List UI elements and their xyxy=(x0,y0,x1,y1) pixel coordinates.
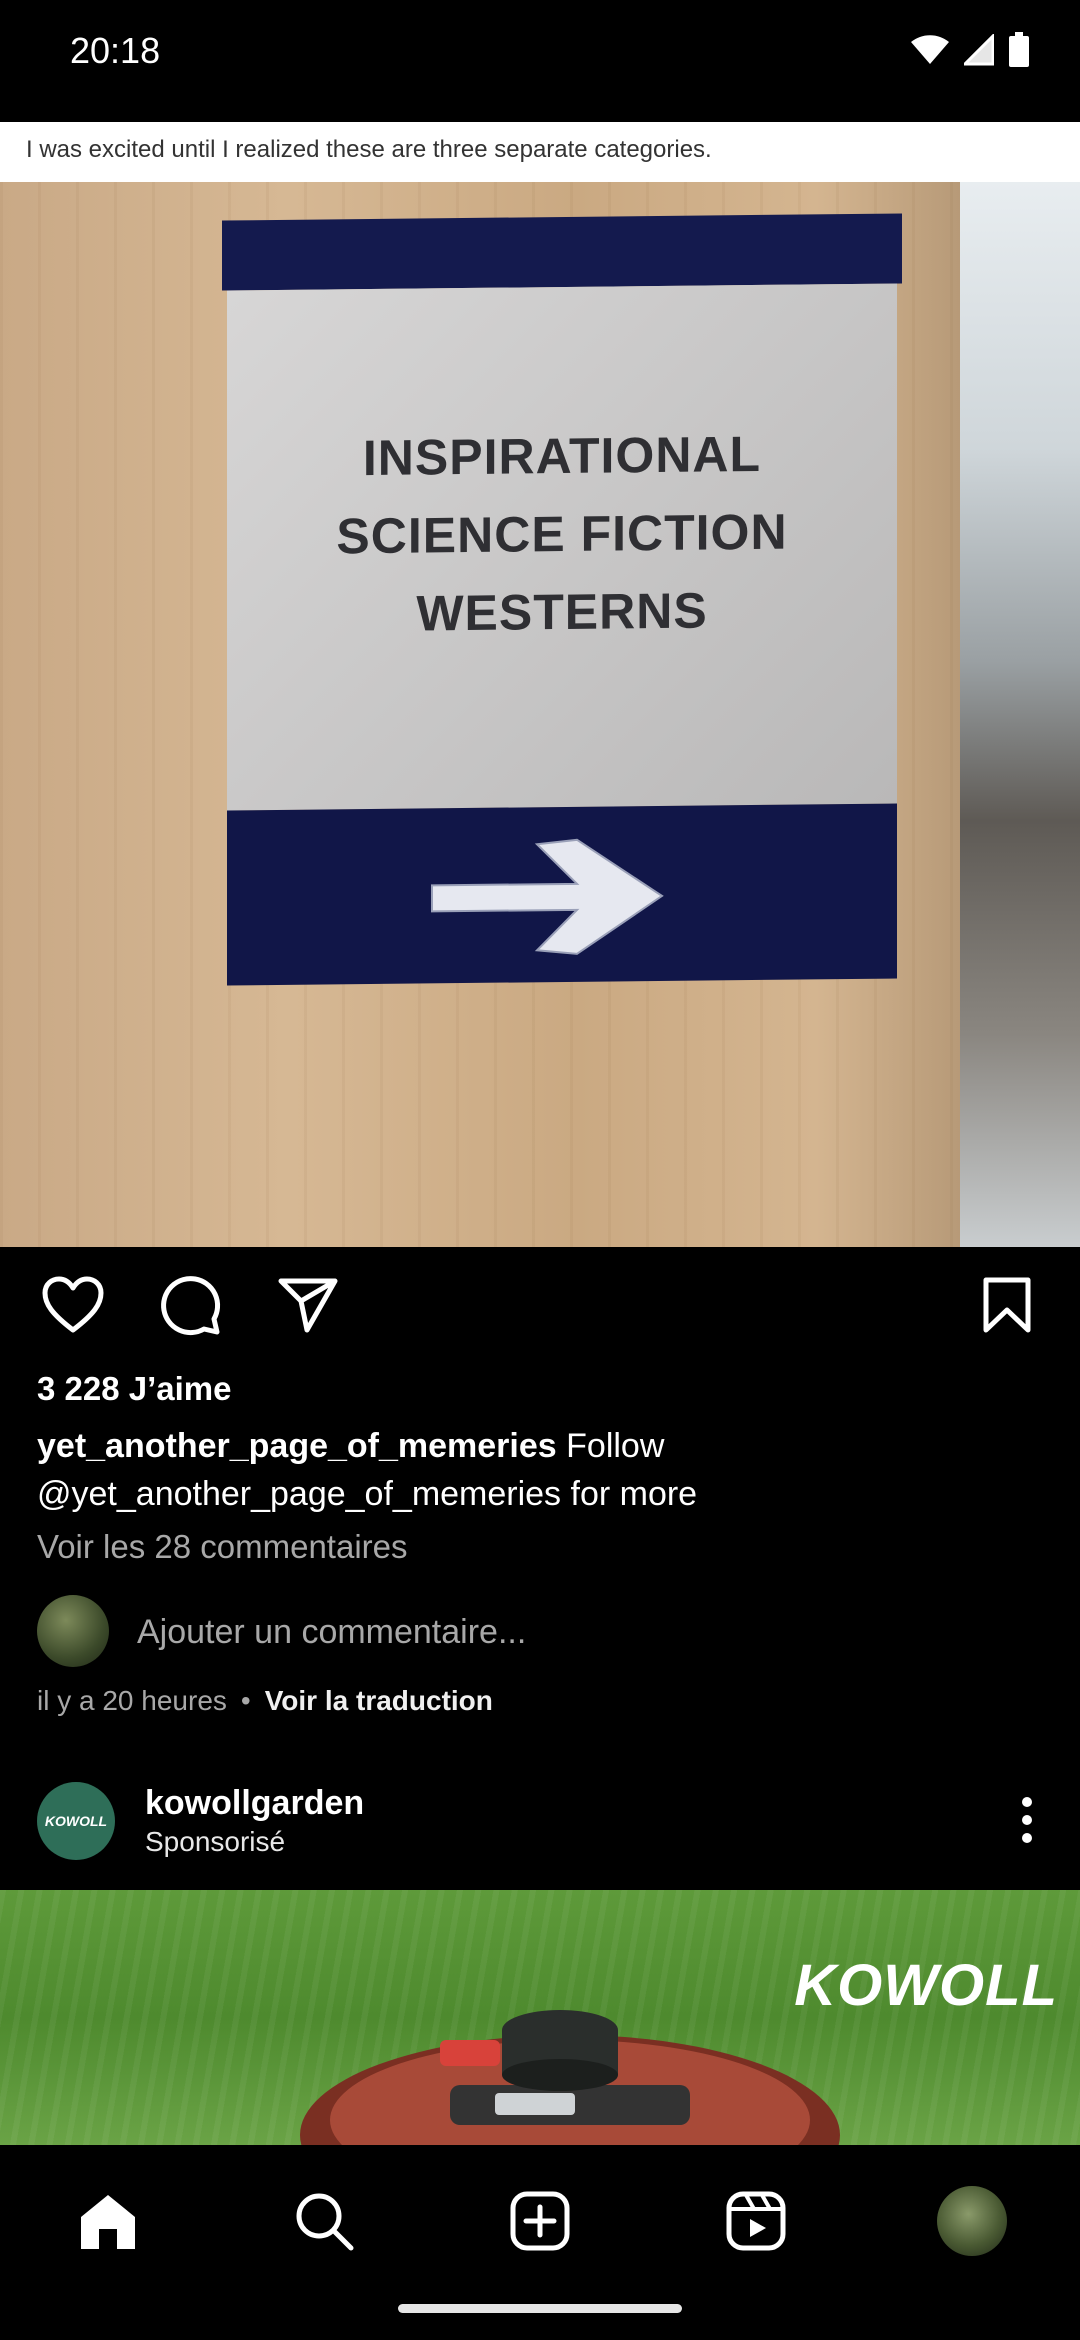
reels-icon[interactable] xyxy=(718,2183,794,2259)
robot-mower xyxy=(300,2010,840,2145)
sign-line-2: SCIENCE FICTION xyxy=(336,503,788,565)
status-bar: 20:18 xyxy=(0,0,1080,108)
home-indicator[interactable] xyxy=(398,2304,682,2313)
ad-account-name[interactable]: kowollgarden xyxy=(145,1784,364,1823)
caption-username[interactable]: yet_another_page_of_memeries xyxy=(37,1427,557,1465)
sign-line-3: WESTERNS xyxy=(416,582,708,642)
add-comment-input[interactable]: Ajouter un commentaire... xyxy=(137,1613,526,1652)
search-icon[interactable] xyxy=(286,2183,362,2259)
kowoll-logo: KOWOLL xyxy=(794,1953,1058,2018)
heart-icon[interactable] xyxy=(33,1265,113,1345)
ad-avatar[interactable]: KOWOLL xyxy=(37,1782,115,1860)
bookshelf-background xyxy=(960,182,1080,1247)
ad-image[interactable]: KOWOLL xyxy=(0,1890,1080,2145)
image-caption-text: I was excited until I realized these are… xyxy=(26,136,712,163)
bookmark-icon[interactable] xyxy=(967,1265,1047,1345)
send-icon[interactable] xyxy=(268,1265,348,1345)
translate-link[interactable]: Voir la traduction xyxy=(265,1685,493,1716)
home-icon[interactable] xyxy=(70,2183,146,2259)
comment-icon[interactable] xyxy=(150,1265,230,1345)
library-sign: INSPIRATIONAL SCIENCE FICTION WESTERNS xyxy=(222,213,902,986)
separator-dot: • xyxy=(240,1685,251,1716)
create-icon[interactable] xyxy=(502,2183,578,2259)
profile-avatar-image xyxy=(937,2186,1007,2256)
add-comment-row[interactable]: Ajouter un commentaire... xyxy=(37,1595,1037,1667)
image-caption-strip: I was excited until I realized these are… xyxy=(0,122,1080,182)
profile-avatar[interactable] xyxy=(934,2183,1010,2259)
likes-count[interactable]: 3 228 J’aime xyxy=(37,1370,232,1408)
post-caption: yet_another_page_of_memeries Follow @yet… xyxy=(37,1422,1037,1518)
post-actions xyxy=(0,1265,1080,1355)
post-meta: il y a 20 heures • Voir la traduction xyxy=(37,1685,493,1717)
sign-top-band xyxy=(222,213,902,291)
wifi-icon xyxy=(911,35,949,64)
sign-line-1: INSPIRATIONAL xyxy=(362,425,762,487)
status-time: 20:18 xyxy=(70,30,161,71)
sponsored-label: Sponsorisé xyxy=(145,1826,286,1857)
user-avatar xyxy=(37,1595,109,1667)
more-vertical-icon[interactable] xyxy=(1007,1790,1047,1850)
signal-icon xyxy=(964,34,994,66)
view-comments-link[interactable]: Voir les 28 commentaires xyxy=(37,1528,408,1566)
post-image[interactable]: I was excited until I realized these are… xyxy=(0,122,1080,1247)
ad-header: KOWOLL kowollgarden Sponsorisé xyxy=(37,1780,1047,1860)
status-icons xyxy=(910,32,1030,68)
battery-icon xyxy=(1009,32,1029,67)
arrow-right-icon xyxy=(431,838,664,955)
post-time: il y a 20 heures xyxy=(37,1685,227,1716)
